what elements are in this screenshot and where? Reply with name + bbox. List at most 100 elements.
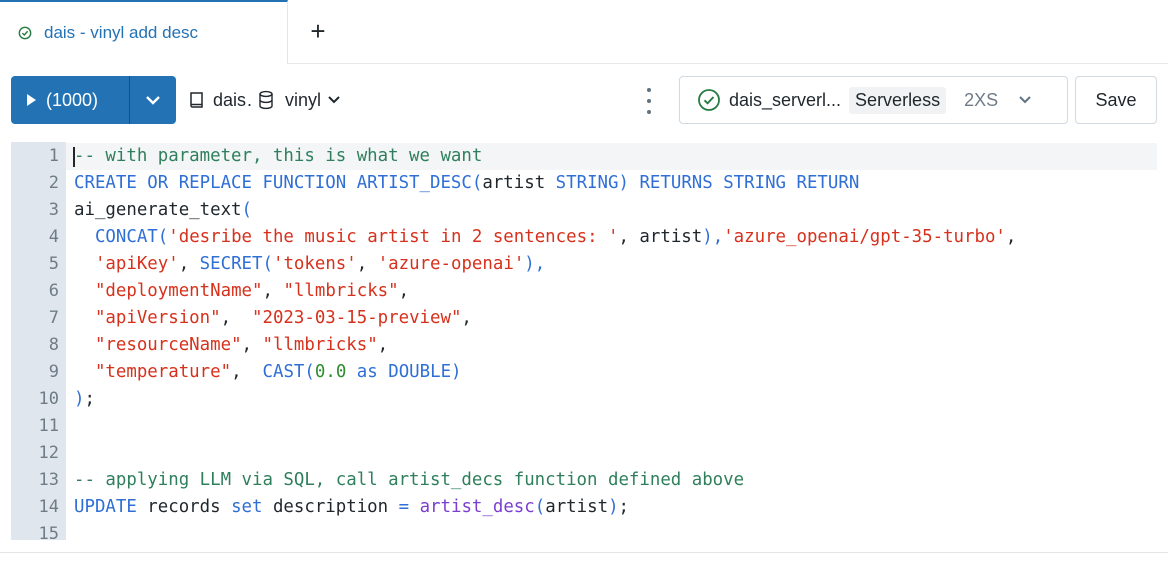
code-token: ) [74,389,85,409]
code-token: -- with parameter, this is what we want [74,146,483,166]
code-token: ( [157,227,169,247]
code-token: RETURNS STRING RETURN [639,173,860,193]
code-line[interactable] [66,521,1157,540]
code-token: ai_generate_text [74,200,242,220]
line-number: 9 [48,362,59,382]
code-token: ( [241,200,253,220]
run-limit-label: (1000) [46,89,99,110]
code-line-text: ); [74,386,95,413]
code-token: , [1005,227,1017,247]
code-token: CREATE OR REPLACE FUNCTION ARTIST_DESC [74,173,472,193]
code-token: "llmbricks" [262,335,378,355]
run-options-button[interactable] [130,76,176,124]
code-token: CAST [262,362,305,382]
code-line[interactable]: "apiVersion", "2023-03-15-preview", [66,305,1157,332]
code-token: artist_desc [419,497,535,517]
code-token: , [231,362,263,382]
code-line-text: "resourceName", "llmbricks", [74,332,388,359]
code-line-text: -- with parameter, this is what we want [74,143,482,170]
code-token: "resourceName" [94,335,242,355]
more-options-icon[interactable] [643,88,655,114]
code-line[interactable]: "temperature", CAST(0.0 as DOUBLE) [66,359,1157,386]
chevron-down-icon [146,96,160,105]
line-number: 14 [38,497,59,517]
tab-title: dais - vinyl add desc [44,23,199,42]
code-token: "deploymentName" [94,281,263,301]
play-icon [27,94,36,106]
text-cursor [73,147,75,167]
code-token: ), [702,227,724,247]
code-token: CONCAT [94,227,158,247]
code-token: ), [524,254,546,274]
code-token: artist [482,173,556,193]
run-button[interactable]: (1000) [11,76,129,124]
code-token: , [377,335,389,355]
database-selector[interactable]: vinyl [257,90,347,111]
code-token: ( [534,497,546,517]
line-number: 6 [48,281,59,301]
compute-type-badge: Serverless [849,86,947,114]
code-line[interactable]: -- applying LLM via SQL, call artist_dec… [66,467,1157,494]
code-line[interactable]: ); [66,386,1157,413]
code-line[interactable]: "deploymentName", "llmbricks", [66,278,1157,305]
line-number: 1 [48,146,59,166]
catalog-separator: . [247,89,253,110]
chevron-down-icon [1019,96,1031,104]
check-circle-icon [698,89,720,111]
code-token: set [231,497,263,517]
code-token: ; [618,497,630,517]
line-number: 4 [48,227,59,247]
code-token: ) [608,497,619,517]
line-number: 10 [38,389,59,409]
tab-dais-vinyl-add-desc[interactable]: dais - vinyl add desc [0,0,288,64]
line-number: 8 [48,335,59,355]
code-token: , [398,281,410,301]
catalog-schema-selector: dais . vinyl [187,86,347,114]
code-line-text: CONCAT('desribe the music artist in 2 se… [74,224,1016,251]
database-icon [259,90,273,110]
code-token: description [262,497,399,517]
code-token: artist [545,497,609,517]
sql-editor[interactable]: -- with parameter, this is what we want C… [11,142,1157,540]
code-token: DOUBLE [388,362,452,382]
code-token: , [262,281,284,301]
code-line[interactable] [66,413,1157,440]
line-number: 5 [48,254,59,274]
code-token: -- applying LLM via SQL, call artist_dec… [74,470,745,490]
code-line-text: CREATE OR REPLACE FUNCTION ARTIST_DESC(a… [74,170,859,197]
code-token: ( [304,362,315,382]
code-area[interactable]: -- with parameter, this is what we want C… [66,142,1157,540]
code-token: 'azure_openai/gpt-35-turbo' [723,227,1006,247]
code-line[interactable]: 'apiKey', SECRET('tokens', 'azure-openai… [66,251,1157,278]
add-tab-button[interactable]: + [305,18,331,44]
code-token: SECRET [199,254,263,274]
code-line[interactable]: CONCAT('desribe the music artist in 2 se… [66,224,1157,251]
code-token: ) [451,362,462,382]
code-token: "apiVersion" [94,308,221,328]
catalog-name[interactable]: dais [213,90,246,111]
code-token: , [461,308,472,328]
code-line[interactable]: -- with parameter, this is what we want [66,143,1157,170]
code-line[interactable]: "resourceName", "llmbricks", [66,332,1157,359]
code-token: as [356,362,378,382]
code-token: UPDATE [74,497,137,517]
save-button[interactable]: Save [1075,76,1157,124]
compute-selector[interactable]: dais_serverl... Serverless 2XS [679,76,1068,124]
compute-name: dais_serverl... [729,89,842,110]
code-token: 0.0 [314,362,347,382]
code-line[interactable] [66,440,1157,467]
code-line-text: 'apiKey', SECRET('tokens', 'azure-openai… [74,251,545,278]
line-number: 13 [38,470,59,490]
code-line[interactable]: CREATE OR REPLACE FUNCTION ARTIST_DESC(a… [66,170,1157,197]
code-line[interactable]: UPDATE records set description = artist_… [66,494,1157,521]
code-line[interactable]: ai_generate_text( [66,197,1157,224]
code-token: "temperature" [94,362,232,382]
code-token: , [178,254,200,274]
check-circle-icon [18,26,32,40]
code-token: records [136,497,232,517]
